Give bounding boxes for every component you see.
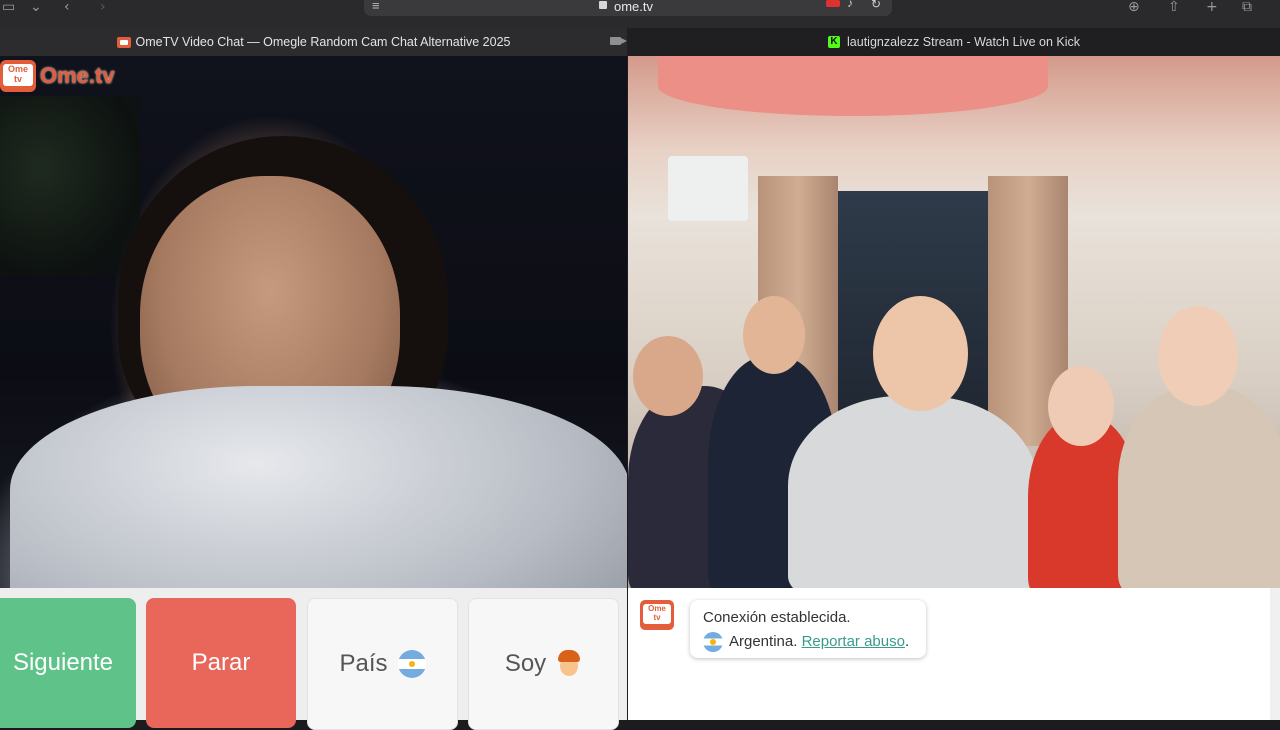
kick-favicon-icon: K	[828, 36, 841, 48]
self-video	[628, 56, 1280, 588]
person-jacket	[10, 386, 627, 588]
ometv-chat-logo-icon: Ome tv	[640, 600, 674, 630]
country-label: País	[339, 650, 388, 677]
argentina-flag-icon	[703, 632, 723, 652]
address-bar[interactable]: ≡ ome.tv ♪ ↻	[364, 0, 892, 16]
camera-icon[interactable]	[610, 37, 627, 45]
tab-overview-icon[interactable]: ⧉	[1242, 0, 1252, 14]
tab-title: lautignzalezz Stream - Watch Live on Kic…	[847, 35, 1080, 49]
lock-icon	[599, 1, 607, 9]
audio-icon[interactable]: ♪	[847, 0, 853, 9]
argentina-flag-icon	[397, 650, 426, 678]
partner-country-line: Argentina. Reportar abuso.	[703, 632, 909, 652]
country-button[interactable]: País	[307, 598, 458, 730]
chevron-down-icon[interactable]: ⌄	[30, 0, 42, 14]
browser-toolbar: ▭ ⌄ ‹ › ≡ ome.tv ♪ ↻ ⊕ ⇧ + ⧉	[0, 0, 1280, 28]
forward-icon[interactable]: ›	[100, 0, 106, 14]
person-head	[873, 296, 968, 411]
back-icon[interactable]: ‹	[64, 0, 70, 14]
download-icon[interactable]: ⊕	[1128, 0, 1140, 14]
person-head	[1158, 306, 1238, 406]
person-head	[1048, 366, 1114, 446]
next-label: Siguiente	[12, 649, 114, 676]
partner-country: Argentina.	[729, 633, 798, 650]
new-tab-icon[interactable]: +	[1206, 0, 1218, 14]
person-head	[743, 296, 805, 374]
controls-panel: Siguiente Parar País Soy	[0, 588, 627, 730]
ometv-wordmark: Ome.tv	[40, 63, 115, 88]
camera-recording-icon[interactable]	[826, 0, 840, 7]
ometv-tv-icon: Ome tv	[0, 60, 36, 92]
system-message: Conexión establecida. Argentina. Reporta…	[690, 600, 926, 658]
page-menu-icon[interactable]: ≡	[372, 0, 380, 13]
share-icon[interactable]: ⇧	[1168, 0, 1180, 14]
gender-label: Soy	[504, 650, 547, 677]
connection-status: Conexión establecida.	[703, 609, 851, 626]
next-button[interactable]: Siguiente	[0, 598, 136, 728]
ometv-favicon-icon	[116, 36, 131, 48]
person-bunny	[788, 396, 1038, 588]
ometv-logo: Ome tv Ome.tv	[0, 60, 115, 92]
tab-title: OmeTV Video Chat — Omegle Random Cam Cha…	[135, 35, 511, 49]
chat-scrollbar[interactable]	[1270, 588, 1280, 720]
stranger-video	[0, 56, 627, 588]
air-conditioner	[668, 156, 748, 221]
person-head	[633, 336, 703, 416]
person-girl	[1118, 386, 1280, 588]
stop-button[interactable]: Parar	[146, 598, 296, 728]
url-text: ome.tv	[614, 0, 654, 14]
background-tree	[0, 96, 140, 276]
tab-ometv[interactable]: OmeTV Video Chat — Omegle Random Cam Cha…	[0, 28, 627, 56]
tab-kick[interactable]: K lautignzalezz Stream - Watch Live on K…	[628, 28, 1280, 56]
ceiling-light	[658, 56, 1048, 116]
gender-button[interactable]: Soy	[468, 598, 619, 730]
sidebar-icon[interactable]: ▭	[2, 0, 15, 14]
stop-label: Parar	[191, 649, 251, 676]
boy-emoji-icon	[556, 650, 582, 678]
chat-panel: Ome tv Conexión establecida. Argentina. R…	[628, 588, 1270, 720]
tab-bar: OmeTV Video Chat — Omegle Random Cam Cha…	[0, 28, 1280, 56]
report-suffix: .	[904, 633, 910, 650]
report-abuse-link[interactable]: Reportar abuso	[802, 633, 905, 651]
reload-icon[interactable]: ↻	[871, 0, 881, 10]
